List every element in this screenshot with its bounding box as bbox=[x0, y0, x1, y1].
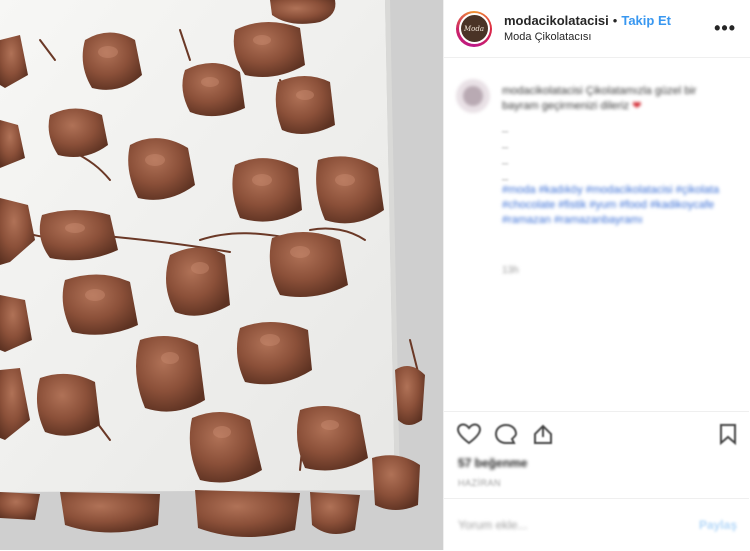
avatar-logo: Moda bbox=[460, 15, 488, 42]
post-comment-button[interactable]: Paylaş bbox=[699, 518, 737, 532]
caption-dash: _ bbox=[502, 153, 509, 165]
avatar[interactable]: Moda bbox=[456, 10, 492, 47]
follow-button[interactable]: Takip Et bbox=[621, 13, 671, 28]
action-bar: 57 beğenme HAZİRAN bbox=[444, 411, 749, 488]
bookmark-icon[interactable] bbox=[718, 423, 738, 445]
comment-input[interactable]: Yorum ekle... bbox=[458, 518, 528, 532]
comment-icon[interactable] bbox=[494, 423, 518, 445]
caption-dash: _ bbox=[502, 169, 509, 181]
caption-dash: _ bbox=[502, 137, 509, 149]
heart-icon[interactable] bbox=[456, 423, 482, 445]
caption-avatar[interactable] bbox=[456, 79, 490, 113]
comments-area: modacikolatacisi Çikolatamızla güzel bir… bbox=[444, 59, 749, 411]
caption-body: modacikolatacisi Çikolatamızla güzel bir… bbox=[502, 85, 697, 112]
post-photo[interactable] bbox=[0, 0, 443, 550]
location-link[interactable]: Moda Çikolatacısı bbox=[504, 31, 714, 44]
post-header: Moda modacikolatacisi • Takip Et Moda Çiko… bbox=[444, 0, 750, 58]
caption-text: modacikolatacisi Çikolatamızla güzel bir… bbox=[502, 84, 732, 114]
instagram-post: Moda modacikolatacisi • Takip Et Moda Çiko… bbox=[0, 0, 750, 550]
post-sidebar: Moda modacikolatacisi • Takip Et Moda Çiko… bbox=[443, 0, 750, 550]
likes-count[interactable]: 57 beğenme bbox=[458, 456, 527, 470]
heart-emoji-icon: ❤ bbox=[632, 100, 642, 112]
more-options-icon[interactable]: ••• bbox=[714, 18, 736, 39]
separator-dot: • bbox=[612, 12, 618, 28]
post-date: HAZİRAN bbox=[458, 478, 502, 488]
username-link[interactable]: modacikolatacisi bbox=[504, 13, 609, 28]
caption-dash: _ bbox=[502, 121, 509, 133]
hashtags[interactable]: #moda #kadıköy #modacikolatacisi #çikola… bbox=[502, 183, 727, 228]
caption-time: 13h bbox=[502, 265, 519, 276]
share-icon[interactable] bbox=[530, 423, 556, 445]
chocolate-photo bbox=[0, 0, 443, 550]
add-comment-bar: Yorum ekle... Paylaş bbox=[444, 498, 749, 551]
